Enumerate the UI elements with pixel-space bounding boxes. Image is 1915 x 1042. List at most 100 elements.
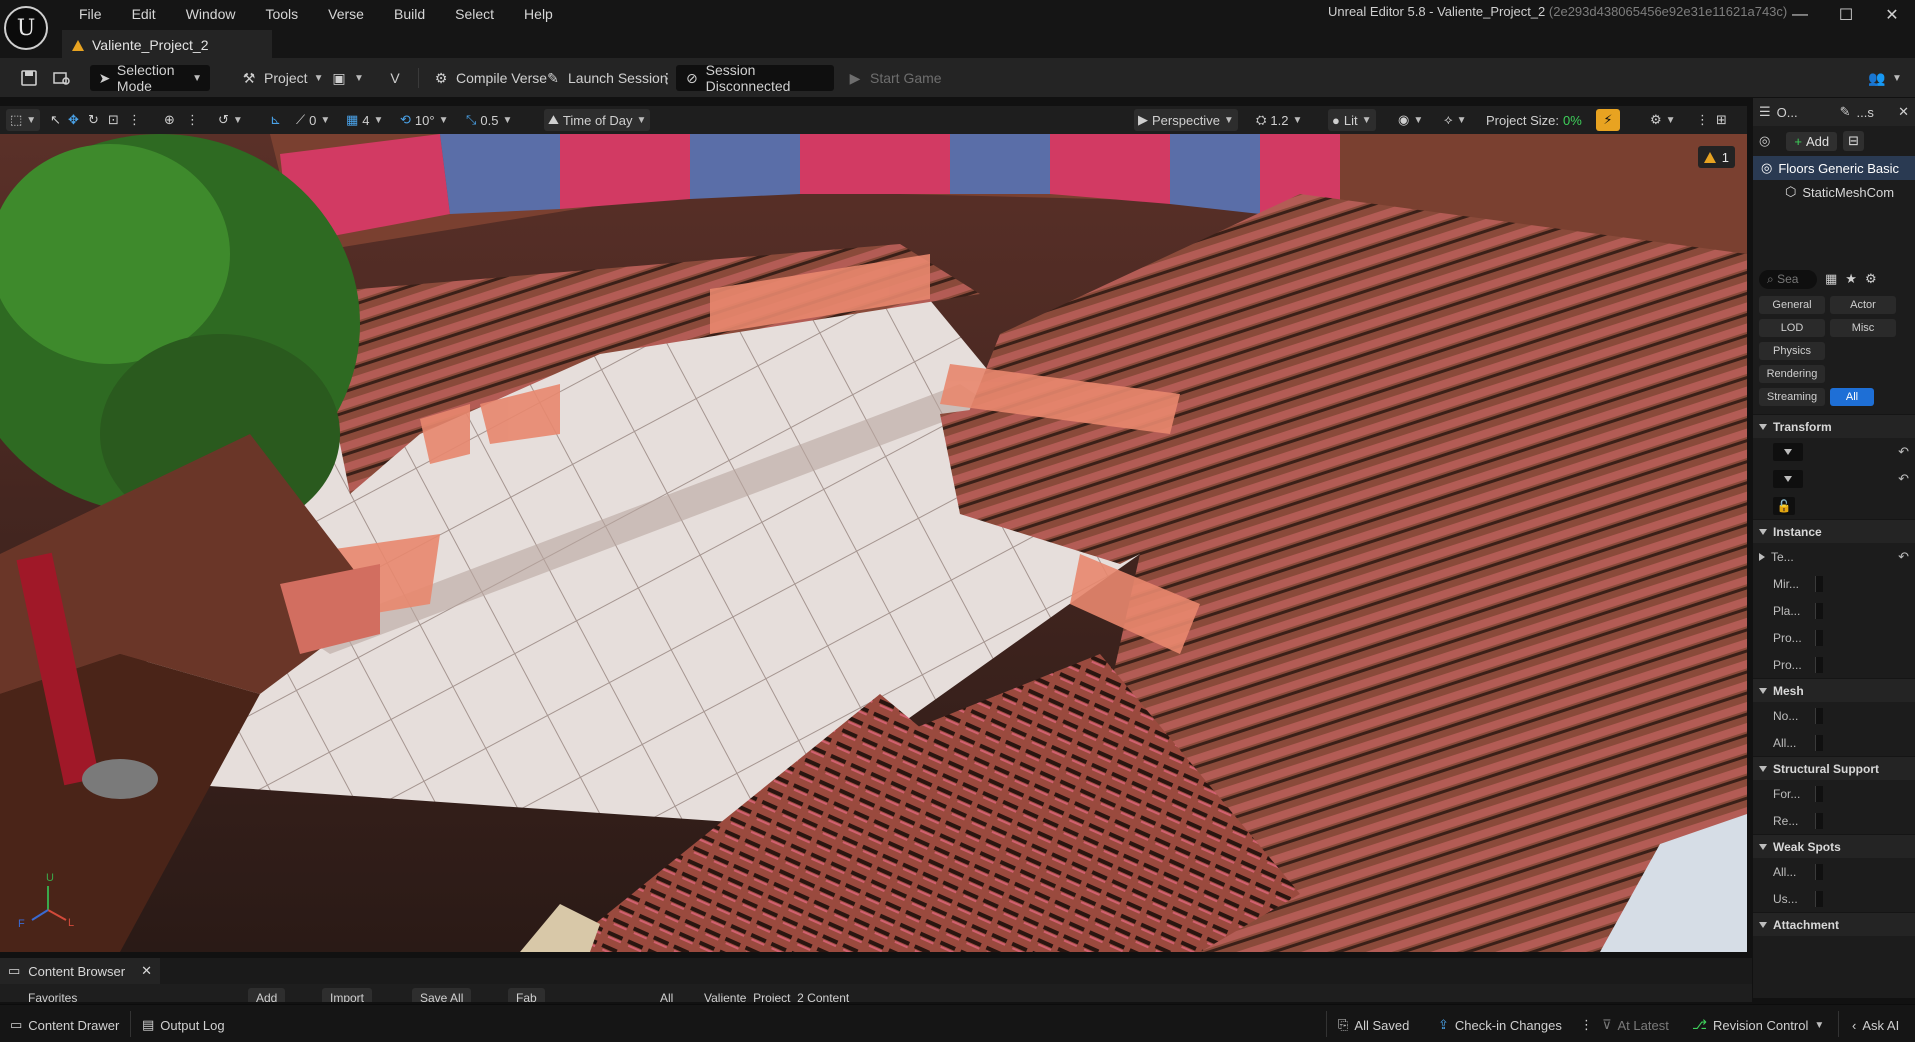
filter-rendering[interactable]: Rendering [1759,365,1825,383]
category-structural-support[interactable]: Structural Support [1753,756,1915,780]
more-options-icon[interactable]: ⋮ [182,109,203,131]
filter-lod[interactable]: LOD [1759,319,1825,337]
cb-add-button[interactable]: Add [248,988,286,1002]
revision-control-dropdown[interactable]: ⎇ Revision Control ▼ [1686,1014,1830,1036]
instance-prop-row[interactable]: Pla... [1753,597,1915,624]
save-icon[interactable] [12,65,46,91]
transform-rotation-row[interactable]: ↶ [1753,465,1915,492]
transform-scale-row[interactable]: 🔓 [1753,492,1915,519]
menu-tools[interactable]: Tools [250,6,313,22]
more-tools-icon[interactable]: ⋮ [124,109,145,131]
project-dropdown[interactable]: ⚒ Project ▼ [232,65,331,91]
menu-file[interactable]: File [64,6,117,22]
prop-value[interactable] [1815,734,1823,751]
cb-save-all-button[interactable]: Save All [412,988,472,1002]
star-icon[interactable]: ★ [1845,271,1857,287]
menu-build[interactable]: Build [379,6,440,22]
category-attachment[interactable]: Attachment [1753,912,1915,936]
prop-value[interactable] [1815,890,1823,907]
rotation-snap-dropdown[interactable]: ⟋ 0 ▼ [292,109,334,131]
weak-prop-row[interactable]: Us... [1753,885,1915,912]
scale-icon[interactable]: ⊡ [104,109,123,131]
weak-prop-row[interactable]: All... [1753,858,1915,885]
category-weak-spots[interactable]: Weak Spots [1753,834,1915,858]
category-transform[interactable]: Transform [1753,414,1915,438]
align-icon[interactable]: ⊾ [266,109,285,131]
maximize-button[interactable]: ☐ [1823,0,1869,30]
tree-item-floors[interactable]: ◎ Floors Generic Basic [1753,156,1915,180]
prop-value[interactable] [1815,785,1823,802]
performance-warning-icon[interactable]: ⚡ [1596,109,1620,131]
unreal-logo-icon[interactable]: U [4,6,48,50]
grid-snap-dropdown[interactable]: ▦ 4 ▼ [342,109,387,131]
settings-gear-icon[interactable]: ⚙ [1865,271,1877,287]
instance-prop-row[interactable]: Pro... [1753,651,1915,678]
mesh-prop-row[interactable]: All... [1753,729,1915,756]
prop-value[interactable] [1815,575,1823,592]
filter-misc[interactable]: Misc [1830,319,1896,337]
menu-help[interactable]: Help [509,6,568,22]
layout-icon[interactable]: ⊞ [1712,109,1731,131]
reset-icon[interactable]: ↶ [1898,549,1909,565]
level-viewport[interactable]: 1 U L F [0,134,1747,952]
prop-value[interactable] [1815,863,1823,880]
view-mode-dropdown[interactable]: ● Lit ▼ [1328,109,1376,131]
start-game-button[interactable]: ▶ Start Game [838,65,950,91]
verse-button[interactable]: V [378,65,412,91]
prop-value[interactable] [1815,707,1823,724]
table-view-icon[interactable]: ▦ [1825,271,1837,287]
structural-prop-row[interactable]: Re... [1753,807,1915,834]
realtime-dropdown[interactable]: ⟡ ▼ [1440,109,1471,131]
viewport-warning-badge[interactable]: 1 [1697,146,1735,168]
category-instance[interactable]: Instance [1753,519,1915,543]
menu-edit[interactable]: Edit [117,6,171,22]
cb-path-project[interactable]: Valiente_Project_2 Content [696,988,857,1002]
tree-item-static-mesh[interactable]: ⬡ StaticMeshCom [1753,180,1915,204]
instance-prop-row[interactable]: Te... ↶ [1753,543,1915,570]
prop-value[interactable] [1815,602,1823,619]
details-tab[interactable]: ...s [1857,105,1874,120]
level-tab[interactable]: Valiente_Project_2 [62,30,272,58]
time-of-day-dropdown[interactable]: ⛰ Time of Day ▼ [544,109,651,131]
collaborators-icon[interactable]: 👥 ▼ [1860,65,1910,91]
browse-icon[interactable] [44,65,80,91]
blueprint-button[interactable]: ⊟ [1843,131,1864,151]
details-search-input[interactable]: ⌕ Sea [1759,269,1817,289]
filter-actor[interactable]: Actor [1830,296,1896,314]
world-local-icon[interactable]: ⊕ [160,109,179,131]
camera-speed-dropdown[interactable]: ⛭ 1.2 ▼ [1252,109,1306,131]
instance-prop-row[interactable]: Mir... [1753,570,1915,597]
menu-select[interactable]: Select [440,6,509,22]
output-log-button[interactable]: ▤ Output Log [136,1014,231,1036]
scale-snap-dropdown[interactable]: ⤡ 0.5 ▼ [462,109,516,131]
menu-verse[interactable]: Verse [313,6,379,22]
prop-value[interactable] [1815,656,1823,673]
place-actor-button[interactable]: ▣ ▼ [322,65,372,91]
prop-value[interactable] [1815,629,1823,646]
minimize-button[interactable]: — [1777,0,1823,30]
rotation-dropdown[interactable] [1773,469,1803,488]
category-mesh[interactable]: Mesh [1753,678,1915,702]
structural-prop-row[interactable]: For... [1753,780,1915,807]
close-window-button[interactable]: ✕ [1869,0,1915,30]
mesh-prop-row[interactable]: No... [1753,702,1915,729]
rotate-icon[interactable]: ↻ [84,109,103,131]
menu-window[interactable]: Window [171,6,251,22]
cb-fab-button[interactable]: Fab [508,988,545,1002]
perspective-dropdown[interactable]: ▶ Perspective ▼ [1134,109,1238,131]
selection-mode-dropdown[interactable]: ➤ Selection Mode ▼ [90,62,210,94]
outliner-tab[interactable]: O... [1777,105,1798,120]
content-browser-tab[interactable]: ▭ Content Browser ✕ [0,958,160,984]
location-dropdown[interactable] [1773,442,1803,461]
reset-icon[interactable]: ↶ [1898,444,1909,460]
cb-import-button[interactable]: Import [322,988,373,1002]
filter-physics[interactable]: Physics [1759,342,1825,360]
filter-all[interactable]: All [1830,388,1874,406]
filter-streaming[interactable]: Streaming [1759,388,1825,406]
all-saved-button[interactable]: ⎘ All Saved [1332,1014,1415,1036]
filter-general[interactable]: General [1759,296,1825,314]
close-panel-icon[interactable]: ✕ [1898,104,1909,120]
show-flags-dropdown[interactable]: ◉ ▼ [1394,109,1427,131]
translate-icon[interactable]: ✥ [64,109,83,131]
reset-icon[interactable]: ↶ [1898,471,1909,487]
